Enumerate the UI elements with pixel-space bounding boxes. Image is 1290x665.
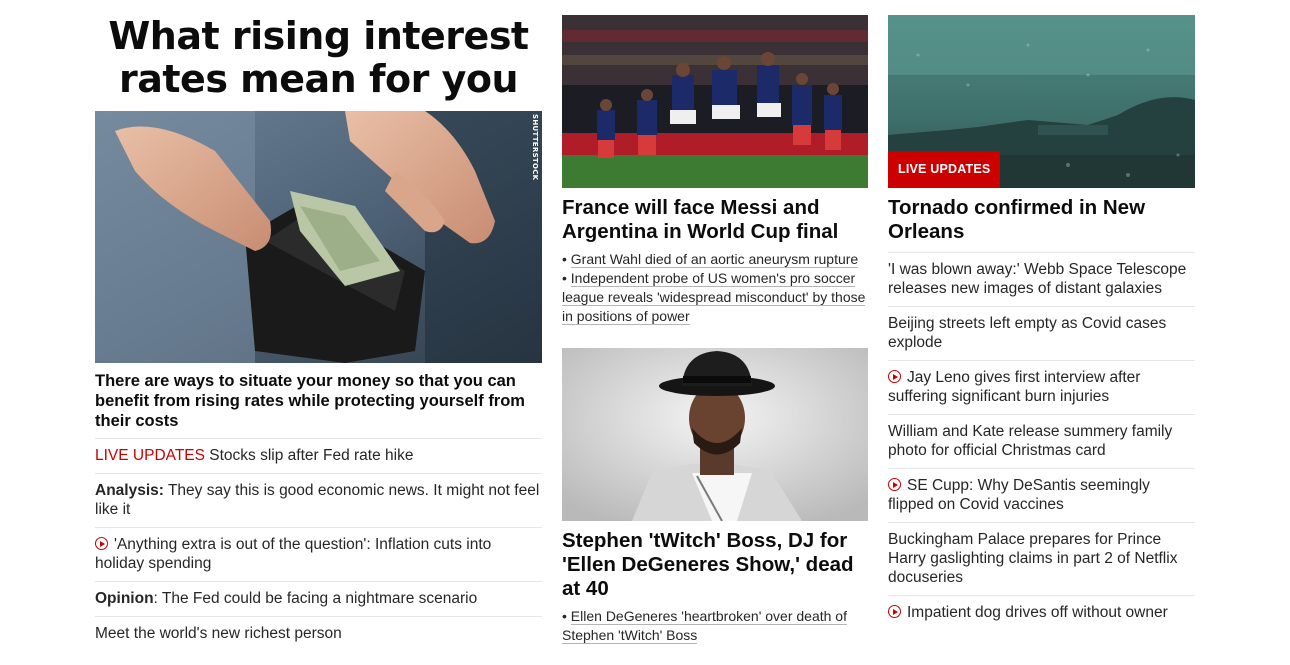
live-updates-badge: LIVE UPDATES — [888, 151, 1001, 188]
world-cup-bullets: • Grant Wahl died of an aortic aneurysm … — [562, 250, 868, 326]
list-item[interactable]: 'Anything extra is out of the question':… — [95, 527, 542, 581]
tornado-image[interactable]: LIVE UPDATES — [888, 15, 1195, 188]
hero-title[interactable]: What rising interest rates mean for you — [95, 15, 542, 101]
opinion-label: Opinion — [95, 590, 154, 607]
world-cup-image[interactable] — [562, 15, 868, 188]
list-item-text: Beijing streets left empty as Covid case… — [888, 315, 1167, 351]
bullet-item[interactable]: • Ellen DeGeneres 'heartbroken' over dea… — [562, 607, 868, 645]
list-item[interactable]: LIVE UPDATES Stocks slip after Fed rate … — [95, 438, 542, 473]
twitch-bullets: • Ellen DeGeneres 'heartbroken' over dea… — [562, 607, 868, 645]
list-item[interactable]: SE Cupp: Why DeSantis seemingly flipped … — [888, 468, 1195, 522]
list-item[interactable]: Opinion: The Fed could be facing a night… — [95, 581, 542, 616]
twitch-headline[interactable]: Stephen 'tWitch' Boss, DJ for 'Ellen DeG… — [562, 529, 868, 601]
list-item-text: Jay Leno gives first interview after suf… — [888, 369, 1141, 405]
list-item-text: SE Cupp: Why DeSantis seemingly flipped … — [888, 477, 1150, 513]
lead-description[interactable]: There are ways to situate your money so … — [95, 371, 542, 431]
play-video-icon — [888, 478, 901, 491]
play-video-icon — [95, 537, 108, 550]
image-credit: SHUTTERSTOCK — [531, 114, 539, 181]
twitch-portrait-image[interactable] — [562, 348, 868, 521]
play-video-icon — [888, 605, 901, 618]
list-item-text: Buckingham Palace prepares for Prince Ha… — [888, 531, 1178, 586]
bullet-text: Independent probe of US women's pro socc… — [562, 270, 866, 325]
bullet-item[interactable]: • Independent probe of US women's pro so… — [562, 269, 868, 326]
live-updates-label: LIVE UPDATES — [95, 447, 205, 464]
list-item[interactable]: 'I was blown away:' Webb Space Telescope… — [888, 252, 1195, 306]
middle-column: France will face Messi and Argentina in … — [562, 15, 868, 645]
list-item-text: : The Fed could be facing a nightmare sc… — [153, 590, 478, 607]
list-item-text: 'Anything extra is out of the question':… — [95, 536, 492, 572]
right-column: LIVE UPDATES Tornado confirmed in New Or… — [888, 15, 1195, 630]
wallet-image[interactable]: SHUTTERSTOCK — [95, 111, 542, 363]
tornado-headline[interactable]: Tornado confirmed in New Orleans — [888, 196, 1195, 244]
bullet-text: Ellen DeGeneres 'heartbroken' over death… — [562, 608, 847, 644]
list-item[interactable]: Beijing streets left empty as Covid case… — [888, 306, 1195, 360]
list-item-text: William and Kate release summery family … — [888, 423, 1173, 459]
play-video-icon — [888, 370, 901, 383]
list-item[interactable]: Impatient dog drives off without owner — [888, 595, 1195, 630]
list-item-text: Meet the world's new richest person — [95, 625, 342, 642]
world-cup-headline[interactable]: France will face Messi and Argentina in … — [562, 196, 868, 244]
bullet-item[interactable]: • Grant Wahl died of an aortic aneurysm … — [562, 250, 868, 269]
lead-story-column: What rising interest rates mean for you — [95, 15, 542, 651]
list-item[interactable]: Jay Leno gives first interview after suf… — [888, 360, 1195, 414]
list-item-text: Stocks slip after Fed rate hike — [204, 447, 414, 464]
analysis-label: Analysis: — [95, 482, 164, 499]
bullet-text: Grant Wahl died of an aortic aneurysm ru… — [570, 251, 859, 268]
list-item[interactable]: Meet the world's new richest person — [95, 616, 542, 651]
list-item[interactable]: Buckingham Palace prepares for Prince Ha… — [888, 522, 1195, 595]
list-item-text: Impatient dog drives off without owner — [907, 604, 1168, 621]
list-item[interactable]: William and Kate release summery family … — [888, 414, 1195, 468]
headline-list: 'I was blown away:' Webb Space Telescope… — [888, 252, 1195, 630]
list-item[interactable]: Analysis: They say this is good economic… — [95, 473, 542, 527]
list-item-text: 'I was blown away:' Webb Space Telescope… — [888, 261, 1187, 297]
related-links: LIVE UPDATES Stocks slip after Fed rate … — [95, 438, 542, 651]
